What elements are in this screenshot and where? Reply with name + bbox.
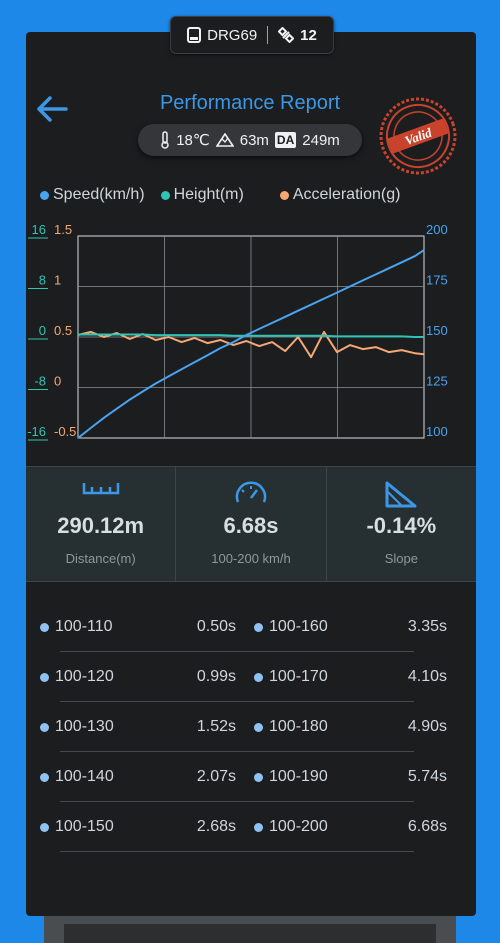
split-label: 100-180: [269, 718, 328, 735]
height-tick-label: 0: [39, 323, 46, 338]
split-left: 100-130: [40, 716, 114, 738]
split-label: 100-160: [269, 618, 328, 635]
split-time: 2.68s: [196, 818, 236, 835]
stat-label: Slope: [384, 551, 418, 566]
split-time: 2.07s: [196, 768, 236, 785]
split-row: 100-120 0.99s 100-170 4.10s: [40, 666, 450, 716]
split-label: 100-120: [55, 668, 114, 685]
stat-value: -0.14%: [366, 513, 437, 538]
height-tick-label: 8: [39, 273, 46, 288]
split-time: 4.10s: [407, 668, 447, 685]
split-label: 100-110: [55, 618, 113, 635]
split-time: 6.68s: [407, 818, 447, 835]
split-label: 100-150: [55, 818, 114, 835]
split-label: 100-140: [55, 768, 114, 785]
ruler-icon: [82, 483, 119, 495]
bullet-dot: [40, 822, 49, 832]
split-time: 5.74s: [407, 768, 447, 785]
split-right: 100-160: [254, 616, 328, 638]
row-divider: [60, 651, 414, 652]
speed-tick-label: 125: [426, 374, 448, 389]
split-row: 100-110 0.50s 100-160 3.35s: [40, 616, 450, 666]
split-row: 100-150 2.68s 100-200 6.68s: [40, 816, 450, 866]
split-label: 100-200: [269, 818, 328, 835]
split-right: 100-170: [254, 666, 328, 688]
stat-value: 290.12m: [57, 513, 145, 538]
bullet-dot: [254, 672, 263, 682]
bullet-dot: [40, 672, 49, 682]
height-tick-label: -8: [34, 374, 46, 389]
split-label: 100-130: [55, 718, 114, 735]
slope-icon: [385, 481, 417, 508]
acceleration-tick-label: 1: [54, 273, 61, 288]
bullet-dot: [40, 722, 49, 732]
performance-chart: 16 8 0 -8 -16 1.5 1 0.5 0 -0.5 200 175 150 125 100: [27, 222, 448, 441]
split-row: 100-140 2.07s 100-190 5.74s: [40, 766, 450, 816]
height-tick-label: -16: [27, 424, 46, 439]
speedometer-icon: [235, 481, 267, 503]
card-shadow-inner: [64, 924, 436, 943]
stat-label: 100-200 km/h: [211, 551, 291, 566]
row-divider: [60, 751, 414, 752]
speed-tick-label: 200: [426, 222, 448, 237]
bullet-dot: [254, 822, 263, 832]
split-label: 100-190: [269, 768, 328, 785]
speed-tick-label: 100: [426, 424, 448, 439]
split-left: 100-120: [40, 666, 114, 688]
acceleration-tick-label: 0: [54, 374, 61, 389]
height-tick-label: 16: [32, 222, 46, 237]
acceleration-tick-label: -0.5: [54, 424, 76, 439]
split-time: 3.35s: [407, 618, 447, 635]
split-row: 100-130 1.52s 100-180 4.90s: [40, 716, 450, 766]
bullet-dot: [254, 722, 263, 732]
stat-time: 6.68s 100-200 km/h: [176, 467, 327, 581]
split-time: 0.99s: [196, 668, 236, 685]
split-left: 100-110: [40, 616, 113, 638]
bullet-dot: [254, 772, 263, 782]
acceleration-tick-label: 0.5: [54, 323, 72, 338]
split-right: 100-200: [254, 816, 328, 838]
bullet-dot: [40, 772, 49, 782]
bullet-dot: [254, 622, 263, 632]
speed-tick-label: 150: [426, 323, 448, 338]
split-time: 1.52s: [196, 718, 236, 735]
row-divider: [60, 701, 414, 702]
split-label: 100-170: [269, 668, 328, 685]
acceleration-tick-label: 1.5: [54, 222, 72, 237]
split-right: 100-180: [254, 716, 328, 738]
split-left: 100-140: [40, 766, 114, 788]
stats-panel: 290.12m Distance(m) 6.68s 100-200 km/h -…: [26, 466, 476, 582]
bullet-dot: [40, 622, 49, 632]
split-right: 100-190: [254, 766, 328, 788]
split-left: 100-150: [40, 816, 114, 838]
speed-tick-label: 175: [426, 273, 448, 288]
row-divider: [60, 851, 414, 852]
stat-distance: 290.12m Distance(m): [26, 467, 177, 581]
split-time: 4.90s: [407, 718, 447, 735]
stat-value: 6.68s: [223, 513, 279, 538]
row-divider: [60, 801, 414, 802]
stat-slope: -0.14% Slope: [327, 467, 476, 581]
split-time: 0.50s: [196, 618, 236, 635]
stat-label: Distance(m): [65, 551, 136, 566]
